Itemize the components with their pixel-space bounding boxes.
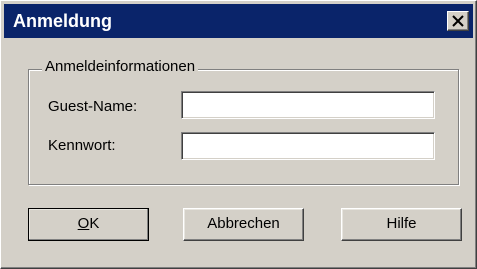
cancel-button[interactable]: Abbrechen [183,208,304,241]
close-button[interactable] [447,11,469,31]
close-icon [452,15,464,27]
dialog-title: Anmeldung [13,11,112,31]
ok-button[interactable]: OK [28,208,149,241]
credentials-groupbox [28,69,459,185]
guest-name-label: Guest-Name: [48,98,138,115]
login-dialog: Anmeldung Anmeldeinformationen Guest-Nam… [0,0,477,269]
password-label: Kennwort: [48,137,116,154]
groupbox-label: Anmeldeinformationen [42,57,199,77]
ok-button-label-rest: K [89,215,100,232]
title-bar[interactable]: Anmeldung [4,4,473,38]
guest-name-input[interactable] [181,91,435,119]
password-input[interactable] [181,132,435,160]
help-button[interactable]: Hilfe [341,208,462,241]
ok-button-accel: O [77,215,90,232]
